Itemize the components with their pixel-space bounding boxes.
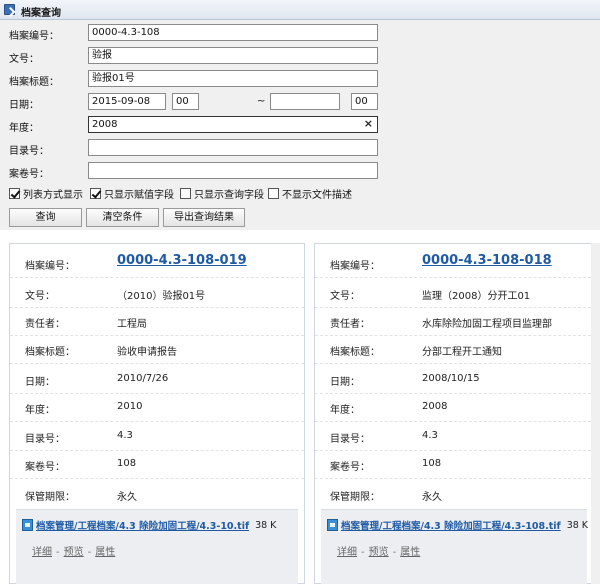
checkbox-assigned-fields[interactable] <box>90 188 101 199</box>
year-label: 年度： <box>9 123 39 134</box>
clear-conditions-button[interactable]: 清空条件 <box>86 208 159 227</box>
field-row: 目录号： 4.3 <box>10 421 304 451</box>
field-row: 年度： 2008 <box>315 392 591 422</box>
option-assigned-fields[interactable]: 只显示赋值字段 <box>90 186 174 201</box>
file-size: 38 K <box>255 519 277 531</box>
field-row: 保管期限： 永久 <box>330 492 442 503</box>
checkbox-query-fields[interactable] <box>180 188 191 199</box>
field-row: 日期： 2008/10/15 <box>315 364 591 394</box>
archive-no-label: 档案编号： <box>9 31 59 42</box>
option-label: 只显示赋值字段 <box>104 190 174 201</box>
image-file-icon <box>22 519 33 531</box>
file-line: 档案管理/工程档案/4.3 除险加固工程/4.3-10.tif 38 K <box>22 518 276 532</box>
file-size: 38 K <box>566 519 589 531</box>
result-card-2: 档案编号： 0000-4.3-108-018 文号： 监理（2008）分开工01 责… <box>314 243 592 584</box>
field-row: 年度： 2010 <box>10 392 304 422</box>
image-file-icon <box>327 519 338 531</box>
app-icon <box>4 4 15 15</box>
field-row: 责任者： 水库除险加固工程项目监理部 <box>315 306 591 336</box>
properties-link[interactable]: 属性 <box>400 547 420 558</box>
checkbox-list-view[interactable] <box>9 188 20 199</box>
file-actions: 详细 - 预览 - 属性 <box>32 547 116 558</box>
archive-title-input[interactable]: 验报01号 <box>88 70 378 87</box>
field-row: 文号： （2010）验报01号 <box>10 278 304 308</box>
field-row: 目录号： 4.3 <box>315 421 591 451</box>
date-to-input[interactable] <box>270 93 340 110</box>
preview-link[interactable]: 预览 <box>64 547 84 558</box>
field-row: 档案编号： 0000-4.3-108-019 <box>10 248 304 278</box>
option-query-fields[interactable]: 只显示查询字段 <box>180 186 264 201</box>
file-path-link[interactable]: 档案管理/工程档案/4.3 除险加固工程/4.3-10.tif <box>36 518 249 532</box>
date-from-input[interactable]: 2015-09-08 <box>88 93 166 110</box>
archive-code-link[interactable]: 0000-4.3-108-018 <box>422 253 552 268</box>
result-card-1: 档案编号： 0000-4.3-108-019 文号： （2010）验报01号 责任者… <box>9 243 305 584</box>
field-row: 档案标题： 验收申请报告 <box>10 334 304 364</box>
option-label: 只显示查询字段 <box>194 190 264 201</box>
clear-icon[interactable]: × <box>364 118 373 130</box>
catalog-no-input[interactable] <box>88 139 378 156</box>
archive-code-link[interactable]: 0000-4.3-108-019 <box>117 253 247 268</box>
field-row: 案卷号： 108 <box>315 449 591 479</box>
archive-no-input[interactable]: 0000-4.3-108 <box>88 24 378 41</box>
year-value: 2008 <box>92 119 118 130</box>
option-label: 不显示文件描述 <box>282 190 352 201</box>
vertical-scrollbar[interactable] <box>591 243 600 584</box>
file-box: 档案管理/工程档案/4.3 除险加固工程/4.3-10.tif 38 K 详细 -… <box>16 509 298 584</box>
option-hide-desc[interactable]: 不显示文件描述 <box>268 186 352 201</box>
file-path-link[interactable]: 档案管理/工程档案/4.3 除险加固工程/4.3-108.tif <box>341 518 561 532</box>
date-range-separator: ~ <box>257 96 266 107</box>
detail-link[interactable]: 详细 <box>32 547 52 558</box>
field-row: 案卷号： 108 <box>10 449 304 479</box>
field-row: 档案编号： 0000-4.3-108-018 <box>315 248 591 278</box>
catalog-no-label: 目录号： <box>9 146 49 157</box>
option-list-view[interactable]: 列表方式显示 <box>9 186 83 201</box>
detail-link[interactable]: 详细 <box>337 547 357 558</box>
field-row: 保管期限： 永久 <box>25 492 137 503</box>
title-bar: 档案查询 <box>0 0 600 20</box>
date-to-hour-input[interactable]: 00 <box>351 93 378 110</box>
date-label: 日期： <box>9 100 39 111</box>
field-row: 档案标题： 分部工程开工通知 <box>315 334 591 364</box>
window-title: 档案查询 <box>21 8 61 19</box>
properties-link[interactable]: 属性 <box>95 547 115 558</box>
year-input[interactable]: 2008 × <box>88 116 378 133</box>
date-from-hour-input[interactable]: 00 <box>172 93 199 110</box>
field-row: 日期： 2010/7/26 <box>10 364 304 394</box>
archive-title-label: 档案标题： <box>9 77 59 88</box>
checkbox-hide-desc[interactable] <box>268 188 279 199</box>
file-line: 档案管理/工程档案/4.3 除险加固工程/4.3-108.tif 38 K <box>327 518 588 532</box>
field-row: 文号： 监理（2008）分开工01 <box>315 278 591 308</box>
file-box: 档案管理/工程档案/4.3 除险加固工程/4.3-108.tif 38 K 详细… <box>321 509 588 584</box>
volume-no-label: 案卷号： <box>9 169 49 180</box>
export-results-button[interactable]: 导出查询结果 <box>163 208 245 227</box>
query-button[interactable]: 查询 <box>9 208 82 227</box>
field-row: 责任者： 工程局 <box>10 306 304 336</box>
doc-no-label: 文号： <box>9 54 39 65</box>
volume-no-input[interactable] <box>88 162 378 179</box>
preview-link[interactable]: 预览 <box>369 547 389 558</box>
file-actions: 详细 - 预览 - 属性 <box>337 547 421 558</box>
doc-no-input[interactable]: 验报 <box>88 47 378 64</box>
option-label: 列表方式显示 <box>23 190 83 201</box>
